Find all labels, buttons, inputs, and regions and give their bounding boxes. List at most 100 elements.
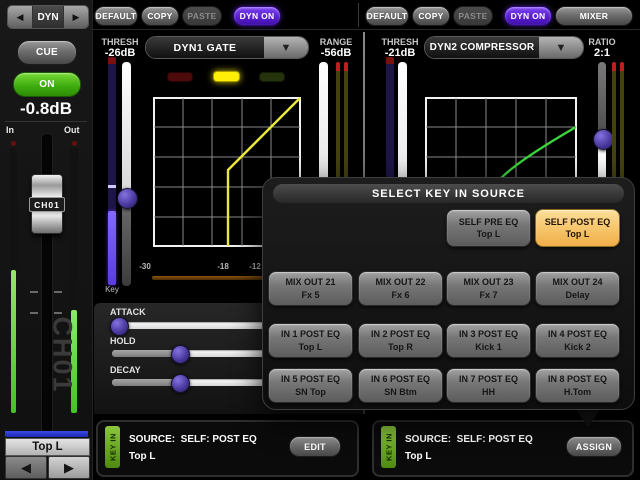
- dyn1-key-meter: [108, 64, 116, 285]
- dyn2-keyin-tag: KEY IN: [381, 426, 396, 468]
- dyn2-type-value: DYN2 COMPRESSOR: [430, 42, 535, 53]
- page-next-button[interactable]: ▶: [63, 6, 88, 28]
- dyn1-keyin-edit-button[interactable]: EDIT: [289, 436, 341, 457]
- fader-channel-tag: CH01: [29, 197, 65, 212]
- cue-label: CUE: [36, 47, 58, 58]
- mixer-label: MIXER: [580, 11, 608, 21]
- chevron-down-icon: ▼: [556, 42, 567, 54]
- dyn1-copy-button[interactable]: COPY: [141, 6, 179, 26]
- dyn1-keyin-bar: KEY IN SOURCE: SELF: POST EQ Top L EDIT: [96, 420, 359, 477]
- dyn2-copy-button[interactable]: COPY: [412, 6, 450, 26]
- dyn2-ratio-knob[interactable]: [593, 129, 614, 150]
- decay-slider-fill: [112, 379, 180, 386]
- dyn1-type-value: DYN1 GATE: [174, 42, 237, 54]
- decay-slider-knob[interactable]: [171, 374, 190, 393]
- dyn2-keyin-name: Top L: [405, 451, 431, 462]
- dyn1-key-meter-label: Key: [100, 285, 124, 294]
- popup-title: SELECT KEY IN SOURCE: [372, 188, 525, 200]
- source-sub-label: SN Btm: [384, 386, 417, 398]
- dyn1-range-value: -56dB: [312, 47, 360, 59]
- attack-label: ATTACK: [110, 307, 146, 317]
- dyn1-default-button[interactable]: DEFAULT: [94, 6, 138, 26]
- hold-slider-knob[interactable]: [171, 345, 190, 364]
- dyn1-thresh-knob[interactable]: [117, 188, 138, 209]
- source-mix-out-23-button[interactable]: MIX OUT 23Fx 7: [446, 271, 531, 306]
- channel-fader-knob[interactable]: CH01: [31, 174, 63, 234]
- source-in-8-post-eq-button[interactable]: IN 8 POST EQH.Tom: [535, 368, 620, 403]
- dyn2-paste-button[interactable]: PASTE: [453, 6, 493, 26]
- dyn1-key-meter-marker: [108, 185, 116, 188]
- source-main-label: IN 7 POST EQ: [459, 373, 518, 385]
- source-main-label: IN 2 POST EQ: [371, 328, 430, 340]
- channel-prev-button[interactable]: ◀: [5, 456, 47, 479]
- chevron-down-icon: ▼: [281, 42, 292, 54]
- dyn1-led-green: [259, 72, 285, 82]
- dyn1-paste-button[interactable]: PASTE: [182, 6, 222, 26]
- dyn1-thresh-label: THRESH: [96, 37, 144, 47]
- source-sub-label: Top L: [477, 228, 501, 240]
- fader-tick: [30, 291, 38, 293]
- source-in-2-post-eq-button[interactable]: IN 2 POST EQTop R: [358, 323, 443, 358]
- dyn1-type-dropdown[interactable]: DYN1 GATE ▼: [145, 36, 309, 59]
- page-selector-label-box: DYN: [33, 6, 63, 28]
- in-meter: [10, 148, 17, 415]
- source-mix-out-21-button[interactable]: MIX OUT 21Fx 5: [268, 271, 353, 306]
- dyn2-thresh-value: -21dB: [376, 47, 424, 59]
- next-arrow-icon: ▶: [73, 12, 80, 23]
- dyn1-type-value-box: DYN1 GATE: [146, 37, 264, 58]
- page-selector-label: DYN: [37, 12, 58, 23]
- popup-title-bar: SELECT KEY IN SOURCE: [273, 184, 624, 203]
- source-in-1-post-eq-button[interactable]: IN 1 POST EQTop L: [268, 323, 353, 358]
- channel-next-button[interactable]: ▶: [48, 456, 90, 479]
- dyn1-on-button[interactable]: DYN ON: [233, 6, 281, 26]
- source-mix-out-22-button[interactable]: MIX OUT 22Fx 6: [358, 271, 443, 306]
- dyn2-default-button[interactable]: DEFAULT: [365, 6, 409, 26]
- source-in-7-post-eq-button[interactable]: IN 7 POST EQHH: [446, 368, 531, 403]
- fader-level-value: -0.8dB: [0, 99, 92, 119]
- source-sub-label: SN Top: [295, 386, 326, 398]
- dyn2-on-button[interactable]: DYN ON: [504, 6, 552, 26]
- mixer-button[interactable]: MIXER: [555, 6, 633, 26]
- dyn1-type-dropdown-arrow: ▼: [264, 37, 308, 58]
- source-mix-out-24-button[interactable]: MIX OUT 24Delay: [535, 271, 620, 306]
- cue-button[interactable]: CUE: [17, 40, 77, 65]
- channel-on-button[interactable]: ON: [13, 72, 81, 97]
- dyn1-keyin-tag-label: KEY IN: [108, 433, 117, 461]
- dyn2-keyin-bar: KEY IN SOURCE: SELF: POST EQ Top L ASSIG…: [372, 420, 634, 477]
- channel-on-label: ON: [39, 79, 55, 90]
- dyn2-keyin-assign-button[interactable]: ASSIGN: [566, 436, 622, 457]
- source-in-6-post-eq-button[interactable]: IN 6 POST EQSN Btm: [358, 368, 443, 403]
- page-selector: ◀ DYN ▶: [7, 5, 89, 29]
- source-sub-label: Top L: [299, 341, 323, 353]
- dyn1-copy-label: COPY: [147, 11, 172, 21]
- dyn2-type-dropdown[interactable]: DYN2 COMPRESSOR ▼: [424, 36, 584, 59]
- source-in-4-post-eq-button[interactable]: IN 4 POST EQKick 2: [535, 323, 620, 358]
- source-self-post-eq-button[interactable]: SELF POST EQTop L: [535, 209, 620, 247]
- source-main-label: MIX OUT 24: [552, 276, 602, 288]
- source-main-label: MIX OUT 22: [375, 276, 425, 288]
- source-sub-label: Fx 6: [391, 289, 409, 301]
- dyn2-paste-label: PASTE: [458, 11, 487, 21]
- dyn2-type-dropdown-arrow: ▼: [539, 37, 583, 58]
- source-sub-label: Top R: [388, 341, 413, 353]
- attack-slider-knob[interactable]: [110, 317, 129, 336]
- page-prev-button[interactable]: ◀: [8, 6, 33, 28]
- hold-slider-fill: [112, 350, 180, 357]
- source-in-3-post-eq-button[interactable]: IN 3 POST EQKick 1: [446, 323, 531, 358]
- source-self-pre-eq-button[interactable]: SELF PRE EQTop L: [446, 209, 531, 247]
- source-main-label: IN 1 POST EQ: [281, 328, 340, 340]
- source-sub-label: Kick 2: [564, 341, 591, 353]
- source-in-5-post-eq-button[interactable]: IN 5 POST EQSN Top: [268, 368, 353, 403]
- channel-next-arrow-icon: ▶: [64, 460, 74, 476]
- source-sub-label: Delay: [565, 289, 589, 301]
- dyn2-ratio-slider-upper[interactable]: [598, 62, 606, 136]
- sidebar-divider: [5, 121, 87, 122]
- source-main-label: IN 8 POST EQ: [548, 373, 607, 385]
- source-sub-label: HH: [482, 386, 495, 398]
- source-main-label: IN 5 POST EQ: [281, 373, 340, 385]
- dyn2-copy-label: COPY: [418, 11, 443, 21]
- decay-label: DECAY: [110, 365, 141, 375]
- source-sub-label: Fx 7: [479, 289, 497, 301]
- dyn1-thresh-slider-upper[interactable]: [122, 62, 131, 193]
- edit-label: EDIT: [304, 442, 326, 452]
